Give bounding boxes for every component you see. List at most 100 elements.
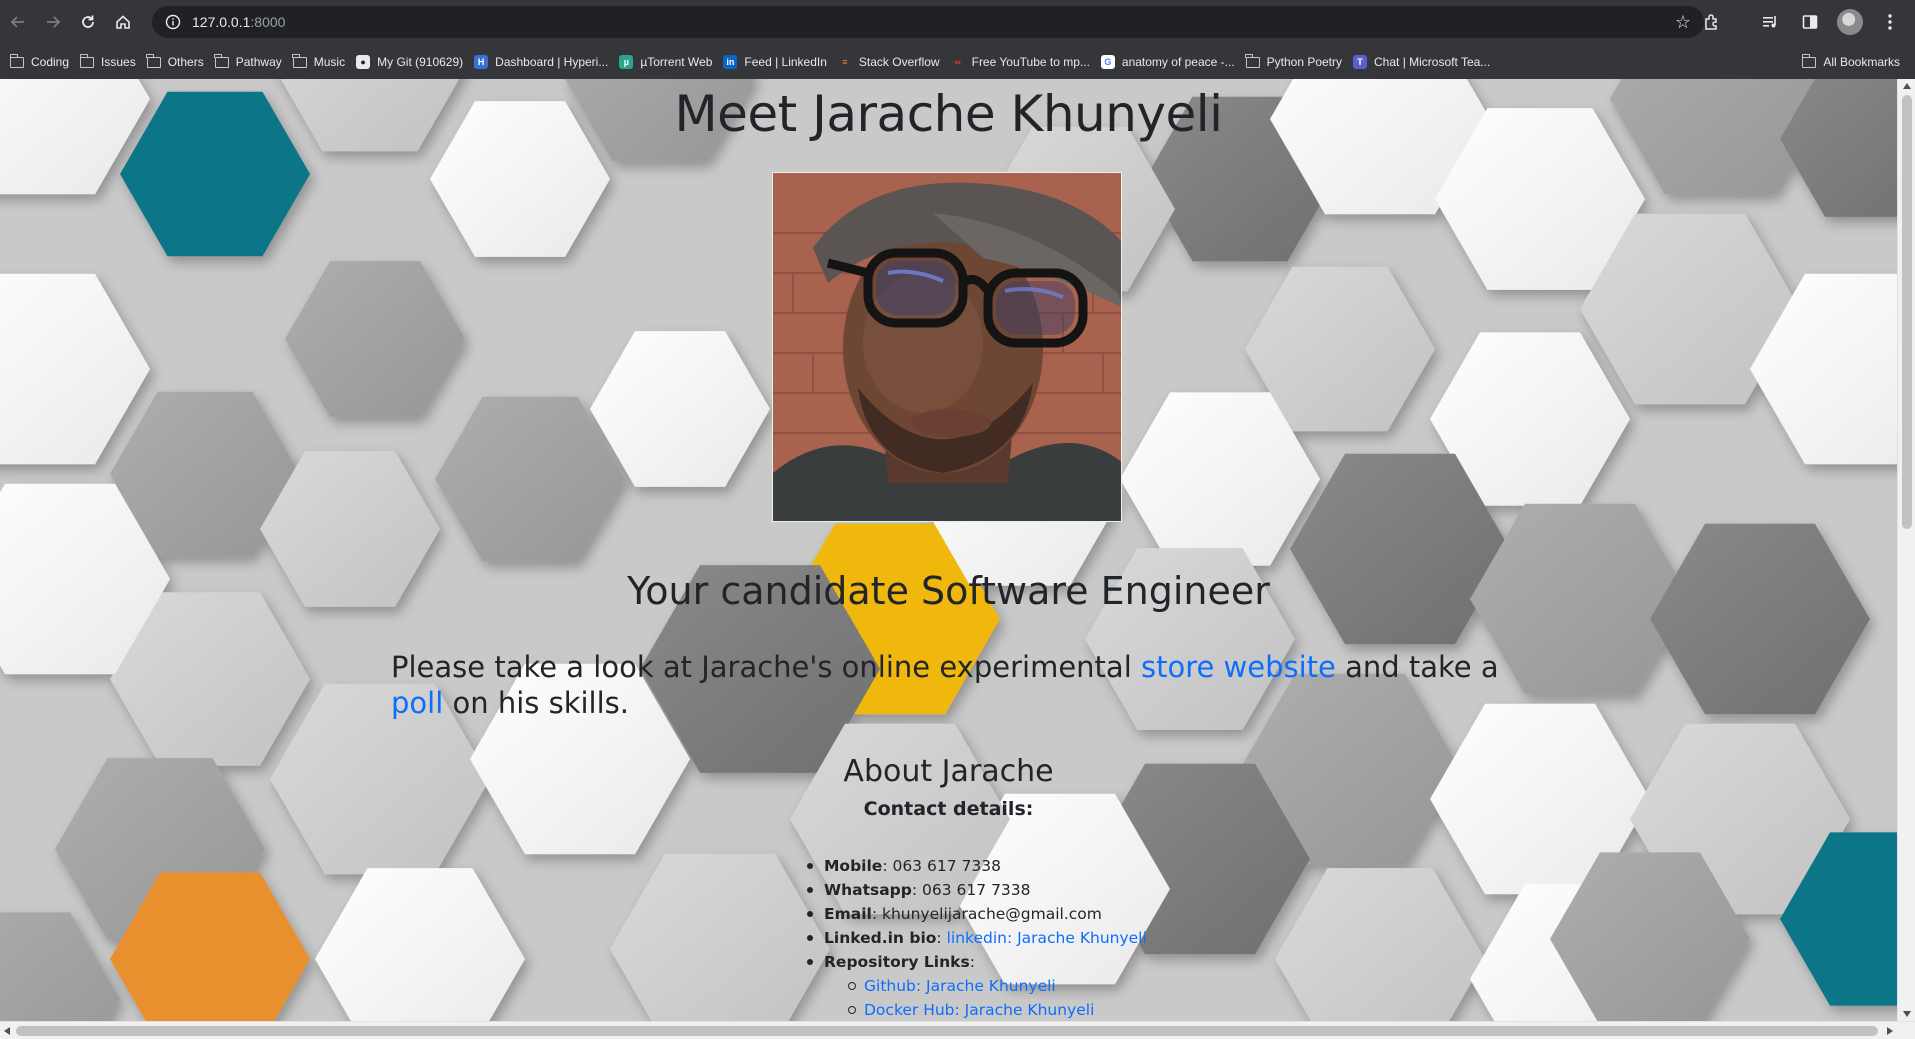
bookmark-label: Free YouTube to mp... <box>971 55 1090 69</box>
scroll-right-arrow-icon[interactable] <box>1887 1027 1893 1035</box>
bookmark-label: Others <box>167 55 204 69</box>
browser-chrome: 127.0.0.1:8000 ☆ Coding Issues Others Pathw… <box>0 0 1915 79</box>
bookmark-label: µTorrent Web <box>640 55 713 69</box>
linkedin-label: Linked.in bio <box>824 929 937 947</box>
bookmark-label: My Git (910629) <box>377 55 464 69</box>
page-viewport: Meet Jarache Khunyeli Your candidate Sof… <box>0 79 1897 1021</box>
poll-link[interactable]: poll <box>391 686 443 720</box>
youtube-mp3-icon: ∞ <box>954 57 961 67</box>
vertical-scrollbar[interactable] <box>1897 79 1915 1021</box>
docker-hub-link[interactable]: Docker Hub: Jarache Khunyeli <box>864 1001 1094 1019</box>
folder-icon <box>214 53 230 69</box>
bookmark-label: anatomy of peace -... <box>1121 55 1235 69</box>
vertical-scroll-thumb[interactable] <box>1902 95 1912 529</box>
reload-icon[interactable] <box>71 5 105 39</box>
bookmark-label: Stack Overflow <box>858 55 940 69</box>
list-item: Linked.in bio: linkedin: Jarache Khunyel… <box>807 926 1147 950</box>
list-item: Email: khunyelijarache@gmail.com <box>807 902 1147 926</box>
google-icon: G <box>1100 55 1116 69</box>
url-port: :8000 <box>250 14 286 30</box>
toolbar-right-actions <box>1695 5 1907 39</box>
bookmark-torrent-web[interactable]: µ µTorrent Web <box>615 48 719 76</box>
scroll-down-arrow-icon[interactable] <box>1903 1011 1911 1017</box>
media-controls-icon[interactable] <box>1753 5 1787 39</box>
bookmark-dashboard-hyperi[interactable]: H Dashboard | Hyperi... <box>470 48 615 76</box>
about-heading: About Jarache <box>843 754 1054 789</box>
bookmarks-bar: Coding Issues Others Pathway Music ● My Git (9… <box>0 45 1915 79</box>
folder-icon <box>9 53 25 69</box>
bookmark-star-icon[interactable]: ☆ <box>1672 11 1694 33</box>
intro-paragraph: Please take a look at Jarache's online e… <box>391 649 1507 721</box>
bookmark-label: Python Poetry <box>1266 55 1343 69</box>
whatsapp-label: Whatsapp <box>824 881 912 899</box>
repository-separator: : <box>969 953 975 971</box>
bookmark-issues[interactable]: Issues <box>76 48 143 76</box>
folder-icon <box>1801 53 1817 69</box>
forward-arrow-icon[interactable] <box>36 5 70 39</box>
profile-photo <box>772 172 1122 522</box>
bookmark-chat-microsoft-tea[interactable]: T Chat | Microsoft Tea... <box>1349 48 1497 76</box>
whatsapp-value: : 063 617 7338 <box>911 881 1031 899</box>
list-item: Repository Links: Github: Jarache Khunye… <box>807 950 1147 1021</box>
scroll-left-arrow-icon[interactable] <box>4 1027 10 1035</box>
home-icon[interactable] <box>106 5 140 39</box>
scroll-up-arrow-icon[interactable] <box>1903 83 1911 89</box>
bookmark-my-git-910629[interactable]: ● My Git (910629) <box>352 48 470 76</box>
github-link[interactable]: Github: Jarache Khunyeli <box>864 977 1056 995</box>
side-panel-icon[interactable] <box>1793 5 1827 39</box>
list-item: Mobile: 063 617 7338 <box>807 854 1147 878</box>
bookmark-music[interactable]: Music <box>289 48 352 76</box>
page-title: Meet Jarache Khunyeli <box>674 85 1223 143</box>
intro-text: and take a <box>1335 650 1499 684</box>
stack-overflow-icon: ≡ <box>842 57 848 67</box>
bookmark-label: Music <box>313 55 346 69</box>
list-item: Docker Hub: Jarache Khunyeli <box>848 998 1147 1021</box>
bookmark-others[interactable]: Others <box>143 48 211 76</box>
profile-avatar[interactable] <box>1833 5 1867 39</box>
repository-label: Repository Links <box>824 953 970 971</box>
bookmark-label: Coding <box>31 55 70 69</box>
horizontal-scrollbar[interactable] <box>0 1021 1915 1039</box>
back-arrow-icon[interactable] <box>1 5 35 39</box>
all-bookmarks-label: All Bookmarks <box>1823 55 1900 69</box>
url-host: 127.0.0.1 <box>192 14 251 30</box>
linkedin-link[interactable]: linkedin: Jarache Khunyeli <box>947 929 1147 947</box>
store-website-link[interactable]: store website <box>1141 650 1336 684</box>
site-info-icon[interactable] <box>158 7 188 37</box>
intro-text: Please take a look at Jarache's online e… <box>391 650 1141 684</box>
bookmark-label: Issues <box>101 55 136 69</box>
folder-icon <box>146 53 162 69</box>
url-text: 127.0.0.1:8000 <box>192 14 285 30</box>
utorrent-icon: µ <box>618 55 634 69</box>
bookmark-python-poetry[interactable]: Python Poetry <box>1242 48 1349 76</box>
bookmark-coding[interactable]: Coding <box>6 48 76 76</box>
bookmark-anatomy-of-peace[interactable]: Ganatomy of peace -... <box>1097 48 1242 76</box>
linkedin-icon: in <box>722 55 738 69</box>
extensions-icon[interactable] <box>1695 5 1729 39</box>
email-label: Email <box>824 905 872 923</box>
browser-menu-icon[interactable] <box>1873 5 1907 39</box>
horizontal-scroll-thumb[interactable] <box>16 1026 1878 1036</box>
bookmark-feed-linkedin[interactable]: in Feed | LinkedIn <box>719 48 834 76</box>
bookmark-label: Feed | LinkedIn <box>744 55 827 69</box>
github-icon: ● <box>355 55 371 69</box>
avatar <box>1837 9 1863 35</box>
bookmark-pathway[interactable]: Pathway <box>211 48 289 76</box>
folder-icon <box>79 53 95 69</box>
teams-icon: T <box>1352 55 1368 69</box>
contact-list: Mobile: 063 617 7338 Whatsapp: 063 617 7… <box>807 854 1147 1021</box>
all-bookmarks-folder[interactable]: All Bookmarks <box>1798 48 1907 76</box>
intro-text: on his skills. <box>443 686 629 720</box>
mobile-label: Mobile <box>824 857 883 875</box>
hyperiondev-icon: H <box>473 55 489 69</box>
page-content: Meet Jarache Khunyeli Your candidate Sof… <box>0 79 1897 1021</box>
linkedin-separator: : <box>936 929 947 947</box>
bookmark-free-youtube-to-mp[interactable]: ∞ Free YouTube to mp... <box>947 48 1097 76</box>
bookmark-label: Dashboard | Hyperi... <box>495 55 609 69</box>
list-item: Whatsapp: 063 617 7338 <box>807 878 1147 902</box>
bookmark-label: Pathway <box>235 55 282 69</box>
address-bar[interactable]: 127.0.0.1:8000 ☆ <box>152 6 1704 38</box>
list-item: Github: Jarache Khunyeli <box>848 974 1147 998</box>
mobile-value: : 063 617 7338 <box>882 857 1001 875</box>
bookmark-stack-overflow[interactable]: ≡ Stack Overflow <box>834 48 947 76</box>
